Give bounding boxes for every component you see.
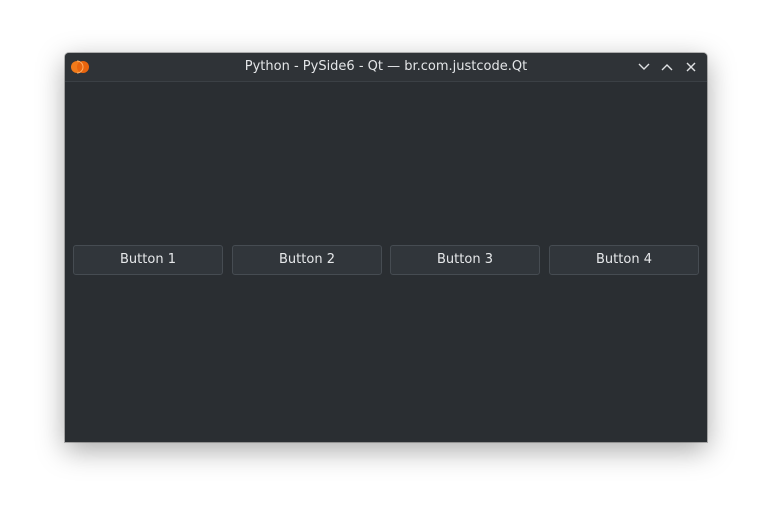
close-button[interactable] (681, 58, 701, 76)
button-3[interactable]: Button 3 (390, 245, 540, 275)
close-icon (686, 62, 696, 72)
central-widget: Button 1 Button 2 Button 3 Button 4 (65, 82, 707, 442)
window-title: Python - PySide6 - Qt — br.com.justcode.… (244, 59, 528, 74)
title-bar[interactable]: Python - PySide6 - Qt — br.com.justcode.… (65, 53, 707, 82)
minimize-button[interactable] (634, 58, 654, 76)
button-1[interactable]: Button 1 (73, 245, 223, 275)
button-2[interactable]: Button 2 (232, 245, 382, 275)
chevron-down-icon (638, 63, 650, 70)
button-4[interactable]: Button 4 (549, 245, 699, 275)
maximize-button[interactable] (657, 58, 677, 76)
app-window: Python - PySide6 - Qt — br.com.justcode.… (65, 53, 707, 442)
chevron-up-icon (661, 64, 673, 71)
